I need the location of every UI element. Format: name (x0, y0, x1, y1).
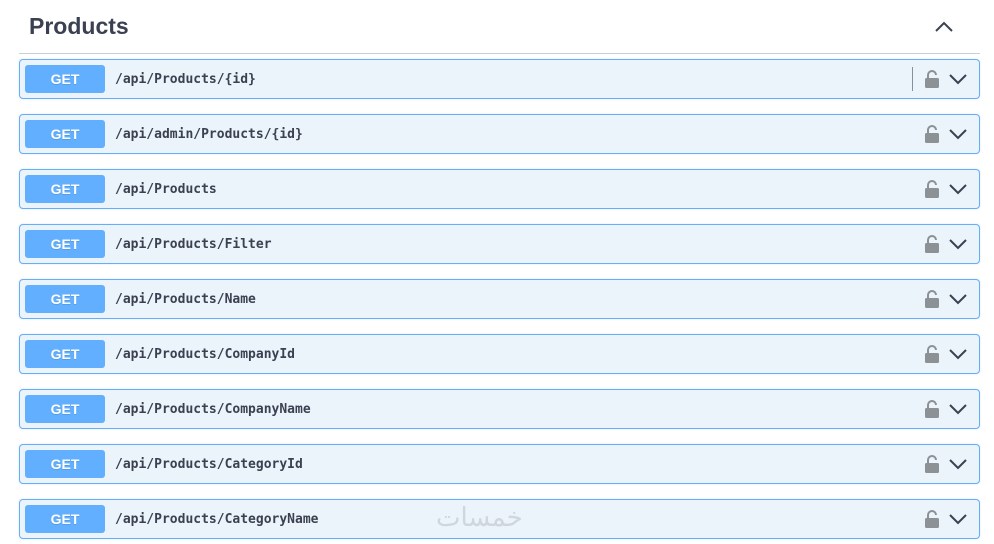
operation-path: /api/Products/Name (115, 291, 256, 307)
expand-operation-button[interactable] (947, 454, 969, 474)
authorize-lock-button[interactable] (923, 288, 941, 310)
chevron-down-icon (949, 349, 967, 360)
operation-path: /api/Products/CompanyId (115, 346, 296, 362)
operation-path: /api/Products/Filter (115, 236, 272, 252)
lock-icon (925, 400, 939, 418)
operation-row[interactable]: GET/api/Products/Name (19, 279, 980, 319)
operation-path: /api/Products/{id} (115, 71, 256, 87)
lock-icon (925, 290, 939, 308)
chevron-down-icon (949, 294, 967, 305)
authorize-lock-button[interactable] (923, 398, 941, 420)
operation-row[interactable]: GET/api/Products/CompanyId (19, 334, 980, 374)
operation-row[interactable]: GET/api/Products/{id} (19, 59, 980, 99)
authorize-lock-button[interactable] (923, 343, 941, 365)
operation-row[interactable]: GET/api/Products/Filter (19, 224, 980, 264)
method-badge: GET (25, 230, 105, 258)
operation-row[interactable]: GET/api/Products/CompanyName (19, 389, 980, 429)
authorize-lock-button[interactable] (923, 233, 941, 255)
section-header[interactable]: Products (19, 0, 980, 54)
method-badge: GET (25, 175, 105, 203)
authorize-lock-button[interactable] (923, 508, 941, 530)
expand-operation-button[interactable] (947, 289, 969, 309)
collapse-section-button[interactable] (929, 12, 959, 42)
method-badge: GET (25, 505, 105, 533)
lock-icon (925, 235, 939, 253)
method-badge: GET (25, 120, 105, 148)
chevron-down-icon (949, 184, 967, 195)
operation-row[interactable]: GET/api/Products/CategoryId (19, 444, 980, 484)
operation-path: /api/admin/Products/{id} (115, 126, 303, 142)
expand-operation-button[interactable] (947, 399, 969, 419)
chevron-down-icon (949, 459, 967, 470)
operation-path: /api/Products/CompanyName (115, 401, 311, 417)
chevron-down-icon (949, 239, 967, 250)
chevron-down-icon (949, 514, 967, 525)
expand-operation-button[interactable] (947, 69, 969, 89)
chevron-up-icon (935, 21, 953, 32)
method-badge: GET (25, 395, 105, 423)
operation-row[interactable]: GET/api/admin/Products/{id} (19, 114, 980, 154)
authorize-lock-button[interactable] (923, 68, 941, 90)
lock-icon (925, 125, 939, 143)
section-title: Products (29, 12, 129, 39)
chevron-down-icon (949, 404, 967, 415)
expand-operation-button[interactable] (947, 179, 969, 199)
operation-path: /api/Products/CategoryId (115, 456, 303, 472)
products-section: Products (19, 0, 980, 54)
method-badge: GET (25, 65, 105, 93)
chevron-down-icon (949, 74, 967, 85)
expand-operation-button[interactable] (947, 344, 969, 364)
lock-icon (925, 455, 939, 473)
lock-icon (925, 345, 939, 363)
lock-icon (925, 70, 939, 88)
expand-operation-button[interactable] (947, 509, 969, 529)
expand-operation-button[interactable] (947, 124, 969, 144)
method-badge: GET (25, 450, 105, 478)
authorize-lock-button[interactable] (923, 178, 941, 200)
operation-path: /api/Products (115, 181, 217, 197)
chevron-down-icon (949, 129, 967, 140)
method-badge: GET (25, 285, 105, 313)
divider (912, 67, 913, 91)
lock-icon (925, 510, 939, 528)
watermark: خمسات (436, 503, 523, 533)
expand-operation-button[interactable] (947, 234, 969, 254)
lock-icon (925, 180, 939, 198)
method-badge: GET (25, 340, 105, 368)
operation-row[interactable]: GET/api/Products (19, 169, 980, 209)
authorize-lock-button[interactable] (923, 123, 941, 145)
authorize-lock-button[interactable] (923, 453, 941, 475)
